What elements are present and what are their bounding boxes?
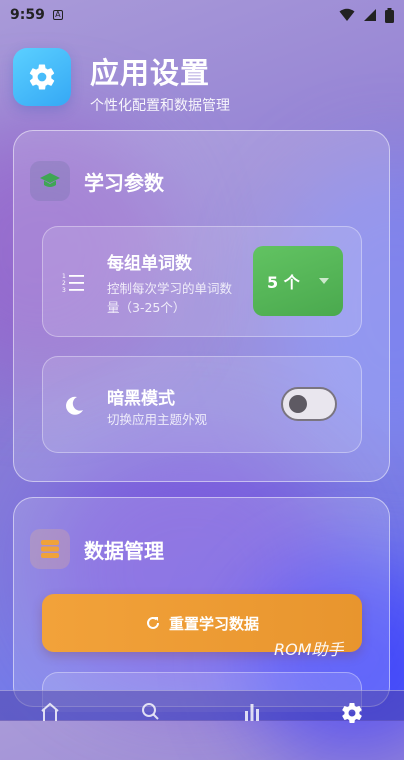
- status-time: 9:59: [10, 7, 45, 23]
- status-app-badge: A: [52, 10, 63, 20]
- data-section-title: 数据管理: [84, 538, 164, 563]
- reset-learning-data-label: 重置学习数据: [168, 614, 259, 633]
- svg-text:1: 1: [62, 273, 66, 280]
- dark-mode-toggle[interactable]: [281, 387, 337, 421]
- search-icon: [142, 703, 159, 720]
- words-per-group-value: 5 个: [267, 273, 300, 292]
- learning-section-header: 学习参数: [30, 161, 164, 201]
- wifi-icon: [339, 8, 355, 21]
- battery-icon: [385, 7, 394, 23]
- svg-text:3: 3: [62, 287, 66, 294]
- svg-text:2: 2: [62, 280, 66, 287]
- bottom-navigation: [0, 690, 404, 724]
- numbered-list-icon: 1 2 3: [61, 270, 87, 296]
- page-subtitle: 个性化配置和数据管理: [90, 98, 230, 114]
- home-icon: [41, 702, 59, 721]
- graduation-cap-icon: [30, 161, 70, 201]
- words-per-group-setting: 1 2 3 每组单词数 控制每次学习的单词数 量（3-25个） 5 个: [42, 226, 362, 337]
- toggle-knob: [289, 395, 307, 413]
- signal-icon: [364, 9, 376, 21]
- bar-chart-icon: [245, 704, 259, 721]
- dark-mode-title: 暗黑模式: [107, 389, 175, 409]
- learning-section-title: 学习参数: [84, 170, 164, 195]
- page-title: 应用设置: [90, 56, 211, 90]
- nav-home[interactable]: [36, 701, 64, 721]
- gear-icon: [342, 703, 362, 724]
- words-per-group-description-line2: 量（3-25个）: [107, 300, 186, 315]
- gear-icon: [13, 48, 71, 106]
- watermark-text: ROM助手: [274, 640, 344, 659]
- nav-stats[interactable]: [238, 701, 266, 721]
- words-per-group-title: 每组单词数: [107, 254, 192, 274]
- nav-settings[interactable]: [338, 701, 366, 724]
- nav-search[interactable]: [136, 701, 164, 721]
- moon-icon: [61, 393, 87, 419]
- status-bar: 9:59 A: [0, 0, 404, 30]
- page-header: 应用设置 个性化配置和数据管理: [13, 48, 391, 114]
- dark-mode-description: 切换应用主题外观: [107, 412, 208, 427]
- data-section-header: 数据管理: [30, 529, 164, 569]
- database-icon: [30, 529, 70, 569]
- dark-mode-setting: 暗黑模式 切换应用主题外观: [42, 356, 362, 453]
- words-per-group-description: 控制每次学习的单词数 量（3-25个）: [107, 279, 232, 317]
- words-per-group-description-line1: 控制每次学习的单词数: [107, 281, 233, 296]
- chevron-down-icon: [319, 278, 329, 284]
- refresh-icon: [147, 616, 159, 629]
- status-icons: [339, 7, 394, 23]
- words-per-group-dropdown[interactable]: 5 个: [253, 246, 343, 316]
